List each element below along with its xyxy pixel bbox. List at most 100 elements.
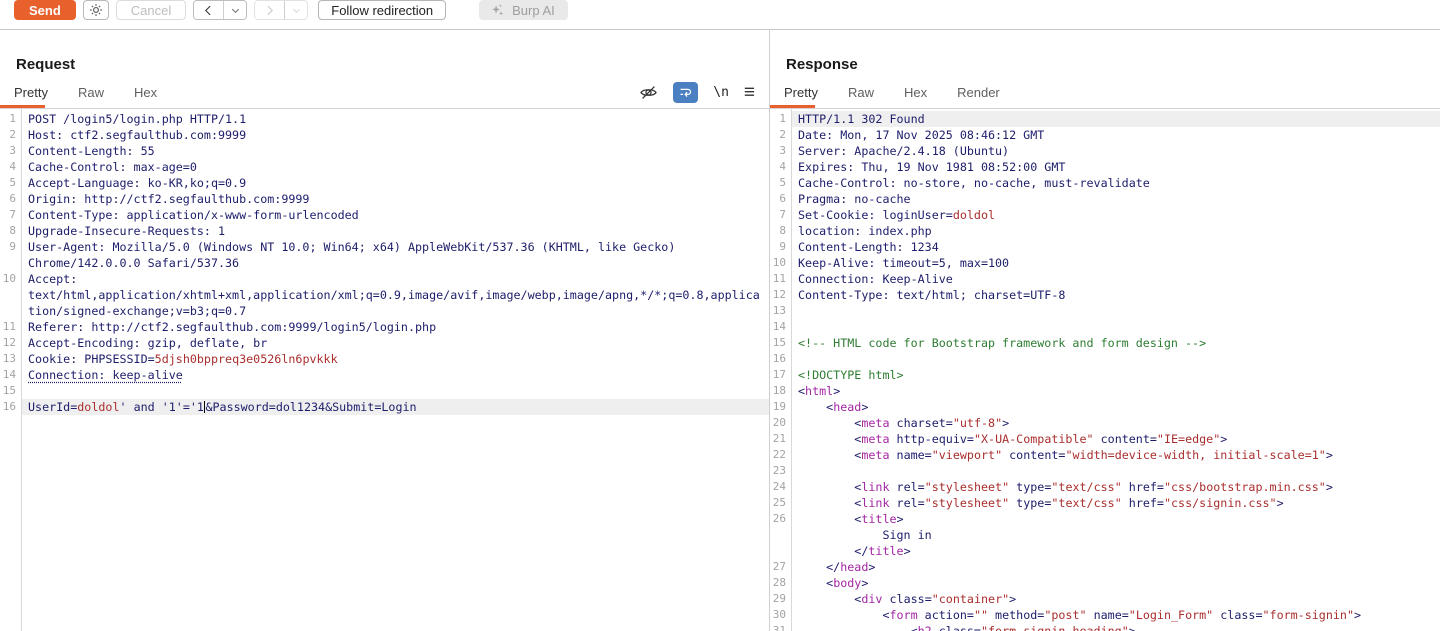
- request-settings-button[interactable]: [83, 0, 109, 20]
- editor-line[interactable]: 24 <link rel="stylesheet" type="text/css…: [770, 479, 1440, 495]
- editor-line[interactable]: 3Server: Apache/2.4.18 (Ubuntu): [770, 143, 1440, 159]
- line-content[interactable]: <meta http-equiv="X-UA-Compatible" conte…: [791, 431, 1440, 447]
- tab-raw[interactable]: Raw: [848, 85, 874, 108]
- editor-line[interactable]: 1POST /login5/login.php HTTP/1.1: [0, 111, 769, 127]
- editor-line[interactable]: 9Content-Length: 1234: [770, 239, 1440, 255]
- editor-line[interactable]: 13: [770, 303, 1440, 319]
- editor-line[interactable]: 2Host: ctf2.segfaulthub.com:9999: [0, 127, 769, 143]
- editor-line[interactable]: 8location: index.php: [770, 223, 1440, 239]
- burp-ai-button[interactable]: Burp AI: [479, 0, 568, 20]
- editor-line[interactable]: 14: [770, 319, 1440, 335]
- line-content[interactable]: Content-Length: 1234: [791, 239, 1440, 255]
- editor-line[interactable]: 4Cache-Control: max-age=0: [0, 159, 769, 175]
- line-content[interactable]: Connection: keep-alive: [21, 367, 769, 383]
- line-content[interactable]: Sign in: [791, 527, 1440, 543]
- line-content[interactable]: tion/signed-exchange;v=b3;q=0.7: [21, 303, 769, 319]
- forward-button[interactable]: [255, 1, 284, 19]
- menu-icon[interactable]: ≡: [744, 86, 755, 100]
- line-content[interactable]: [791, 319, 1440, 335]
- line-content[interactable]: <link rel="stylesheet" type="text/css" h…: [791, 479, 1440, 495]
- editor-line[interactable]: 22 <meta name="viewport" content="width=…: [770, 447, 1440, 463]
- line-content[interactable]: text/html,application/xhtml+xml,applicat…: [21, 287, 769, 303]
- back-dropdown-button[interactable]: [223, 1, 246, 19]
- newline-chars-toggle[interactable]: \n: [713, 85, 729, 100]
- editor-line[interactable]: 20 <meta charset="utf-8">: [770, 415, 1440, 431]
- line-content[interactable]: POST /login5/login.php HTTP/1.1: [21, 111, 769, 127]
- editor-line[interactable]: 28 <body>: [770, 575, 1440, 591]
- editor-line[interactable]: 1HTTP/1.1 302 Found: [770, 111, 1440, 127]
- line-content[interactable]: location: index.php: [791, 223, 1440, 239]
- editor-line[interactable]: 2Date: Mon, 17 Nov 2025 08:46:12 GMT: [770, 127, 1440, 143]
- editor-line[interactable]: 11Connection: Keep-Alive: [770, 271, 1440, 287]
- line-content[interactable]: </head>: [791, 559, 1440, 575]
- line-content[interactable]: <body>: [791, 575, 1440, 591]
- editor-line[interactable]: 19 <head>: [770, 399, 1440, 415]
- editor-line[interactable]: 27 </head>: [770, 559, 1440, 575]
- line-content[interactable]: Host: ctf2.segfaulthub.com:9999: [21, 127, 769, 143]
- line-content[interactable]: Content-Type: application/x-www-form-url…: [21, 207, 769, 223]
- line-content[interactable]: [791, 303, 1440, 319]
- line-content[interactable]: User-Agent: Mozilla/5.0 (Windows NT 10.0…: [21, 239, 769, 255]
- editor-line[interactable]: 5Accept-Language: ko-KR,ko;q=0.9: [0, 175, 769, 191]
- tab-raw[interactable]: Raw: [78, 85, 104, 108]
- line-content[interactable]: <meta charset="utf-8">: [791, 415, 1440, 431]
- editor-line[interactable]: 6Pragma: no-cache: [770, 191, 1440, 207]
- editor-line[interactable]: 21 <meta http-equiv="X-UA-Compatible" co…: [770, 431, 1440, 447]
- line-content[interactable]: <head>: [791, 399, 1440, 415]
- editor-line[interactable]: 26 <title>: [770, 511, 1440, 527]
- tab-render[interactable]: Render: [957, 85, 1000, 108]
- editor-line[interactable]: 4Expires: Thu, 19 Nov 1981 08:52:00 GMT: [770, 159, 1440, 175]
- line-content[interactable]: [21, 383, 769, 399]
- line-content[interactable]: </title>: [791, 543, 1440, 559]
- editor-line[interactable]: Chrome/142.0.0.0 Safari/537.36: [0, 255, 769, 271]
- line-content[interactable]: UserId=doldol' and '1'='1&Password=dol12…: [21, 399, 769, 415]
- hide-highlights-icon[interactable]: [639, 83, 658, 102]
- line-content[interactable]: <title>: [791, 511, 1440, 527]
- editor-line[interactable]: 7Set-Cookie: loginUser=doldol: [770, 207, 1440, 223]
- line-content[interactable]: <!DOCTYPE html>: [791, 367, 1440, 383]
- editor-line[interactable]: 31 <h2 class="form-signin-heading">: [770, 623, 1440, 631]
- editor-line[interactable]: 14Connection: keep-alive: [0, 367, 769, 383]
- editor-line[interactable]: 10Accept:: [0, 271, 769, 287]
- editor-line[interactable]: 8Upgrade-Insecure-Requests: 1: [0, 223, 769, 239]
- tab-hex[interactable]: Hex: [134, 85, 157, 108]
- editor-line[interactable]: 25 <link rel="stylesheet" type="text/css…: [770, 495, 1440, 511]
- line-content[interactable]: Expires: Thu, 19 Nov 1981 08:52:00 GMT: [791, 159, 1440, 175]
- line-content[interactable]: Upgrade-Insecure-Requests: 1: [21, 223, 769, 239]
- response-editor[interactable]: 1HTTP/1.1 302 Found2Date: Mon, 17 Nov 20…: [770, 109, 1440, 631]
- line-content[interactable]: Set-Cookie: loginUser=doldol: [791, 207, 1440, 223]
- line-content[interactable]: <form action="" method="post" name="Logi…: [791, 607, 1440, 623]
- line-content[interactable]: <div class="container">: [791, 591, 1440, 607]
- editor-line[interactable]: 15<!-- HTML code for Bootstrap framework…: [770, 335, 1440, 351]
- line-content[interactable]: Server: Apache/2.4.18 (Ubuntu): [791, 143, 1440, 159]
- editor-line[interactable]: 13Cookie: PHPSESSID=5djsh0bppreq3e0526ln…: [0, 351, 769, 367]
- editor-line[interactable]: 7Content-Type: application/x-www-form-ur…: [0, 207, 769, 223]
- line-content[interactable]: Accept:: [21, 271, 769, 287]
- editor-line[interactable]: 18<html>: [770, 383, 1440, 399]
- editor-line[interactable]: 16: [770, 351, 1440, 367]
- line-content[interactable]: <h2 class="form-signin-heading">: [791, 623, 1440, 631]
- editor-line[interactable]: tion/signed-exchange;v=b3;q=0.7: [0, 303, 769, 319]
- line-content[interactable]: Cookie: PHPSESSID=5djsh0bppreq3e0526ln6p…: [21, 351, 769, 367]
- line-content[interactable]: Content-Length: 55: [21, 143, 769, 159]
- line-content[interactable]: [791, 463, 1440, 479]
- line-content[interactable]: Date: Mon, 17 Nov 2025 08:46:12 GMT: [791, 127, 1440, 143]
- line-content[interactable]: <meta name="viewport" content="width=dev…: [791, 447, 1440, 463]
- editor-line[interactable]: 5Cache-Control: no-store, no-cache, must…: [770, 175, 1440, 191]
- editor-line[interactable]: 16UserId=doldol' and '1'='1&Password=dol…: [0, 399, 769, 415]
- editor-line[interactable]: 29 <div class="container">: [770, 591, 1440, 607]
- editor-line[interactable]: 15: [0, 383, 769, 399]
- line-content[interactable]: [791, 351, 1440, 367]
- editor-line[interactable]: </title>: [770, 543, 1440, 559]
- line-content[interactable]: Referer: http://ctf2.segfaulthub.com:999…: [21, 319, 769, 335]
- line-content[interactable]: Accept-Encoding: gzip, deflate, br: [21, 335, 769, 351]
- line-content[interactable]: <!-- HTML code for Bootstrap framework a…: [791, 335, 1440, 351]
- line-content[interactable]: Cache-Control: max-age=0: [21, 159, 769, 175]
- follow-redirection-button[interactable]: Follow redirection: [318, 0, 446, 20]
- request-editor[interactable]: 1POST /login5/login.php HTTP/1.12Host: c…: [0, 109, 769, 631]
- line-content[interactable]: Origin: http://ctf2.segfaulthub.com:9999: [21, 191, 769, 207]
- line-content[interactable]: Accept-Language: ko-KR,ko;q=0.9: [21, 175, 769, 191]
- cancel-button[interactable]: Cancel: [116, 0, 186, 20]
- line-content[interactable]: Cache-Control: no-store, no-cache, must-…: [791, 175, 1440, 191]
- editor-line[interactable]: 9User-Agent: Mozilla/5.0 (Windows NT 10.…: [0, 239, 769, 255]
